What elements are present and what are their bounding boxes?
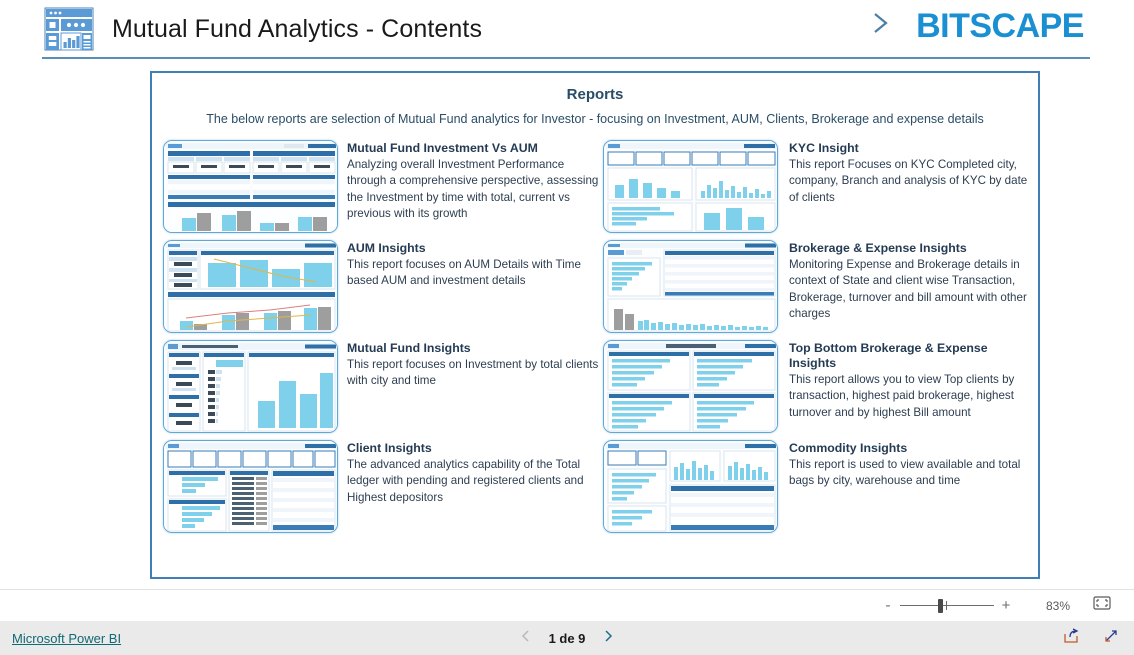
zoom-slider-tick [946, 600, 947, 610]
dashboard-icon [42, 6, 96, 52]
report-card-kyc-insight[interactable]: KYC Insight This report Focuses on KYC C… [603, 137, 1029, 237]
report-description: The advanced analytics capability of the… [347, 458, 584, 504]
report-text: Mutual Fund Insights This report focuses… [338, 337, 603, 390]
thumbnail-wrapper[interactable] [603, 237, 778, 333]
thumbnail-wrapper[interactable] [163, 137, 338, 233]
reports-grid: Mutual Fund Investment Vs AUM Analyzing … [163, 137, 1029, 537]
zoom-toolbar: - + 83% [0, 589, 1134, 621]
thumbnail-commodity-insights[interactable] [603, 440, 778, 533]
thumbnail-wrapper[interactable] [603, 437, 778, 533]
report-description: This report focuses on AUM Details with … [347, 258, 581, 288]
thumbnail-mutual-fund-insights[interactable] [163, 340, 338, 433]
chevron-left-icon[interactable] [519, 628, 533, 649]
report-title: KYC Insight [789, 141, 859, 155]
report-description: This report allows you to view Top clien… [789, 373, 1015, 419]
page-navigation: 1 de 9 [0, 628, 1134, 649]
page-title: Mutual Fund Analytics - Contents [112, 14, 483, 43]
page-indicator: 1 de 9 [548, 630, 586, 646]
status-actions [1062, 627, 1120, 650]
report-title: Top Bottom Brokerage & Expense Insights [789, 341, 988, 370]
zoom-slider-handle[interactable] [938, 598, 943, 613]
report-description: This report Focuses on KYC Completed cit… [789, 158, 1028, 204]
zoom-level-label: 83% [1045, 598, 1070, 613]
zoom-control-group: - + 83% [880, 595, 1116, 616]
report-title: AUM Insights [347, 241, 426, 255]
report-card-mutual-fund-insights[interactable]: Mutual Fund Insights This report focuses… [163, 337, 603, 437]
report-title: Commodity Insights [789, 441, 908, 455]
report-title: Client Insights [347, 441, 432, 455]
report-text: Brokerage & Expense Insights Monitoring … [778, 237, 1029, 323]
report-description: Analyzing overall Investment Performance… [347, 158, 599, 221]
report-title: Brokerage & Expense Insights [789, 241, 967, 255]
status-bar: Microsoft Power BI 1 de 9 [0, 621, 1134, 655]
report-text: AUM Insights This report focuses on AUM … [338, 237, 603, 290]
report-title: Mutual Fund Investment Vs AUM [347, 141, 538, 155]
report-title: Mutual Fund Insights [347, 341, 471, 355]
zoom-in-button[interactable]: + [998, 597, 1014, 614]
report-text: Client Insights The advanced analytics c… [338, 437, 603, 506]
reports-subheading: The below reports are selection of Mutua… [206, 112, 984, 126]
report-text: Top Bottom Brokerage & Expense Insights … [778, 337, 1029, 421]
header-divider [42, 57, 1090, 59]
zoom-slider[interactable] [900, 598, 994, 613]
report-description: This report is used to view available an… [789, 458, 1021, 488]
bitscape-logo: BITSCAPE [916, 6, 1084, 45]
thumbnail-wrapper[interactable] [163, 237, 338, 333]
thumbnail-wrapper[interactable] [163, 437, 338, 533]
thumbnail-kyc-insight[interactable] [603, 140, 778, 233]
report-text: Commodity Insights This report is used t… [778, 437, 1029, 490]
zoom-slider-track [900, 604, 994, 606]
thumbnail-wrapper[interactable] [603, 337, 778, 433]
header-brand-group: BITSCAPE [868, 6, 1084, 45]
thumbnail-mutual-fund-investment-vs-aum[interactable] [163, 140, 338, 233]
thumbnail-client-insights[interactable] [163, 440, 338, 533]
thumbnail-wrapper[interactable] [603, 137, 778, 233]
chevron-right-icon [868, 6, 894, 45]
report-card-brokerage-expense-insights[interactable]: Brokerage & Expense Insights Monitoring … [603, 237, 1029, 337]
report-card-aum-insights[interactable]: AUM Insights This report focuses on AUM … [163, 237, 603, 337]
thumbnail-top-bottom-brokerage-expense-insights[interactable] [603, 340, 778, 433]
report-card-top-bottom-brokerage-expense-insights[interactable]: Top Bottom Brokerage & Expense Insights … [603, 337, 1029, 437]
thumbnail-brokerage-expense-insights[interactable] [603, 240, 778, 333]
thumbnail-wrapper[interactable] [163, 337, 338, 433]
share-icon[interactable] [1062, 627, 1080, 650]
report-card-client-insights[interactable]: Client Insights The advanced analytics c… [163, 437, 603, 537]
app-header: Mutual Fund Analytics - Contents BITSCAP… [0, 0, 1134, 58]
report-description: Monitoring Expense and Brokerage details… [789, 258, 1027, 321]
fullscreen-icon[interactable] [1102, 627, 1120, 650]
report-canvas: Reports The below reports are selection … [150, 71, 1040, 579]
fit-to-page-icon[interactable] [1092, 595, 1112, 616]
report-text: Mutual Fund Investment Vs AUM Analyzing … [338, 137, 603, 223]
chevron-right-icon[interactable] [601, 628, 615, 649]
thumbnail-aum-insights[interactable] [163, 240, 338, 333]
zoom-out-button[interactable]: - [880, 597, 896, 614]
report-card-mutual-fund-investment-vs-aum[interactable]: Mutual Fund Investment Vs AUM Analyzing … [163, 137, 603, 237]
report-description: This report focuses on Investment by tot… [347, 358, 599, 388]
reports-heading: Reports [566, 86, 624, 103]
report-text: KYC Insight This report Focuses on KYC C… [778, 137, 1029, 206]
report-card-commodity-insights[interactable]: Commodity Insights This report is used t… [603, 437, 1029, 537]
